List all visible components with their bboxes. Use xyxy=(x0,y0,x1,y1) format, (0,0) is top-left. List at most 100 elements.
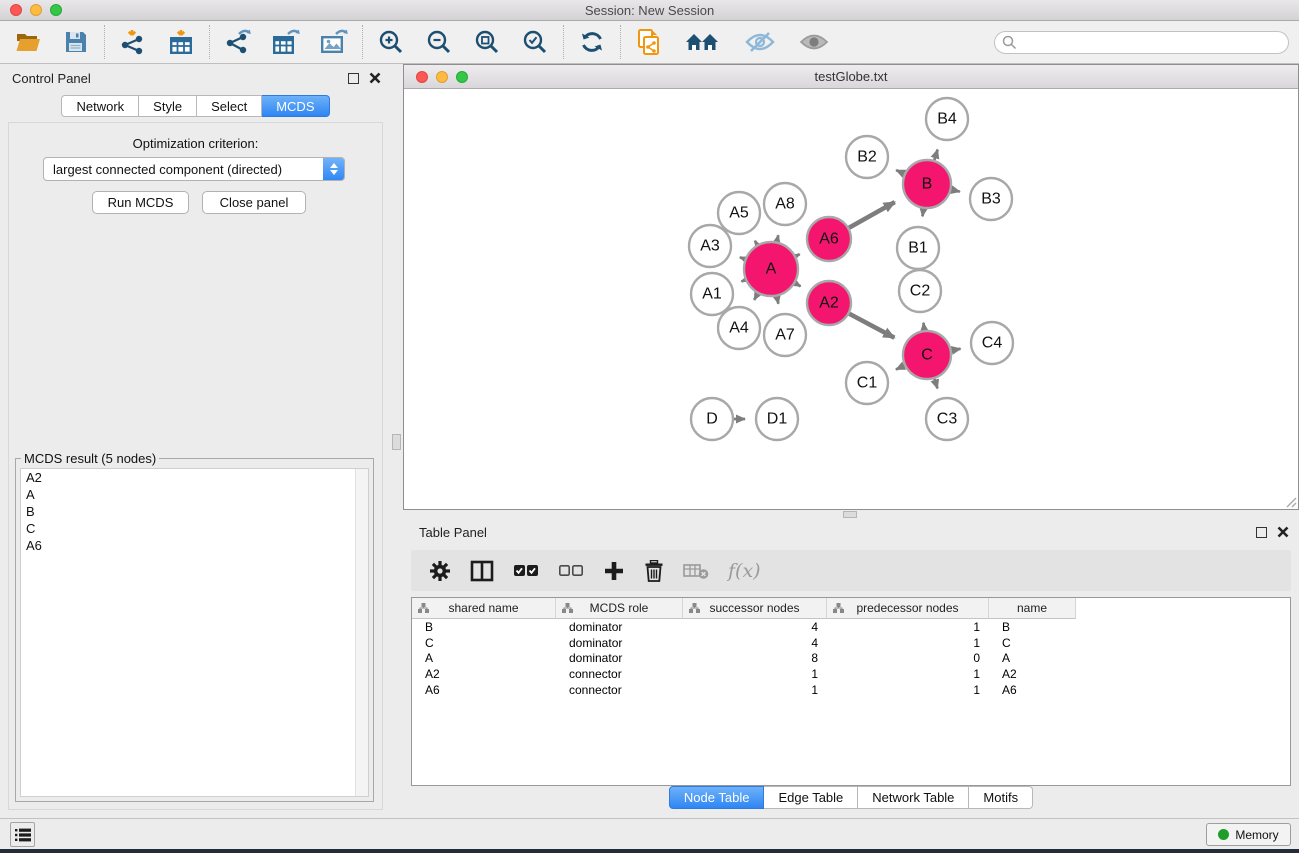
select-all-icon[interactable] xyxy=(513,563,539,579)
graph-edge-A-A6[interactable] xyxy=(796,254,800,256)
import-network-icon[interactable] xyxy=(119,28,147,56)
graph-node-C2[interactable]: C2 xyxy=(899,270,941,312)
criterion-dropdown[interactable]: largest connected component (directed) xyxy=(43,157,345,181)
column-header-MCDS-role[interactable]: MCDS role xyxy=(556,598,683,619)
close-panel-icon[interactable] xyxy=(1277,526,1289,538)
export-image-icon[interactable] xyxy=(320,28,348,56)
graph-edge-C-C2[interactable] xyxy=(923,323,924,330)
graph-edge-B-B4[interactable] xyxy=(934,150,937,161)
graph-edge-A6-B[interactable] xyxy=(849,202,895,228)
graph-edge-C-C3[interactable] xyxy=(934,379,937,389)
graph-node-A8[interactable]: A8 xyxy=(764,183,806,225)
result-list-item[interactable]: C xyxy=(21,520,368,537)
column-header-name[interactable]: name xyxy=(989,598,1076,619)
export-table-icon[interactable] xyxy=(272,28,300,56)
tab-motifs[interactable]: Motifs xyxy=(969,786,1033,809)
column-header-successor-nodes[interactable]: successor nodes xyxy=(683,598,827,619)
delete-column-icon[interactable] xyxy=(644,560,664,582)
graph-edge-A-A7[interactable] xyxy=(777,296,779,303)
close-panel-icon[interactable] xyxy=(369,72,381,84)
first-neighbors-icon[interactable] xyxy=(683,28,723,56)
graph-node-B3[interactable]: B3 xyxy=(970,178,1012,220)
graph-node-A2[interactable]: A2 xyxy=(807,281,851,325)
vertical-split-divider[interactable] xyxy=(391,64,403,818)
close-panel-button[interactable]: Close panel xyxy=(202,191,306,214)
zoom-fit-icon[interactable] xyxy=(473,28,501,56)
graph-node-C[interactable]: C xyxy=(903,331,951,379)
divider-grabber[interactable] xyxy=(392,434,401,450)
divider-grabber[interactable] xyxy=(843,511,857,518)
result-list-item[interactable]: A xyxy=(21,486,368,503)
graph-node-B2[interactable]: B2 xyxy=(846,136,888,178)
graph-edge-A-A3[interactable] xyxy=(740,257,745,259)
table-row[interactable]: A6connector11A6 xyxy=(412,682,1290,698)
table-row[interactable]: A2connector11A2 xyxy=(412,666,1290,682)
graph-node-A[interactable]: A xyxy=(744,242,798,296)
graph-edge-A-A5[interactable] xyxy=(755,241,757,245)
export-network-icon[interactable] xyxy=(224,28,252,56)
import-table-icon[interactable] xyxy=(167,28,195,56)
result-list-item[interactable]: B xyxy=(21,503,368,520)
tab-style[interactable]: Style xyxy=(139,95,197,117)
result-scrollbar[interactable] xyxy=(355,469,368,796)
settings-gear-icon[interactable] xyxy=(429,560,451,582)
graph-node-B4[interactable]: B4 xyxy=(926,98,968,140)
graph-edge-C-C4[interactable] xyxy=(952,349,961,351)
node-table[interactable]: shared nameMCDS rolesuccessor nodesprede… xyxy=(411,597,1291,786)
task-history-button[interactable] xyxy=(10,822,35,847)
table-row[interactable]: Bdominator41B xyxy=(412,619,1290,635)
column-view-icon[interactable] xyxy=(470,560,494,582)
graph-node-D[interactable]: D xyxy=(691,398,733,440)
tab-select[interactable]: Select xyxy=(197,95,262,117)
graph-node-B[interactable]: B xyxy=(903,160,951,208)
float-panel-icon[interactable] xyxy=(1256,527,1267,538)
graph-node-C3[interactable]: C3 xyxy=(926,398,968,440)
column-header-predecessor-nodes[interactable]: predecessor nodes xyxy=(827,598,989,619)
graph-node-A5[interactable]: A5 xyxy=(718,192,760,234)
graph-edge-B-B1[interactable] xyxy=(922,209,923,217)
graph-edge-A-A8[interactable] xyxy=(777,235,778,241)
add-column-icon[interactable] xyxy=(603,560,625,582)
graph-node-A6[interactable]: A6 xyxy=(807,217,851,261)
result-list-item[interactable]: A2 xyxy=(21,469,368,486)
float-panel-icon[interactable] xyxy=(348,73,359,84)
memory-button[interactable]: Memory xyxy=(1206,823,1291,846)
table-row[interactable]: Cdominator41C xyxy=(412,635,1290,651)
new-network-from-selection-icon[interactable] xyxy=(635,28,663,56)
network-window-titlebar[interactable]: testGlobe.txt xyxy=(404,65,1298,89)
graph-edge-A-A1[interactable] xyxy=(741,280,745,282)
graph-node-B1[interactable]: B1 xyxy=(897,227,939,269)
open-file-icon[interactable] xyxy=(14,28,42,56)
result-list-item[interactable]: A6 xyxy=(21,537,368,554)
delete-table-icon[interactable] xyxy=(683,562,709,580)
zoom-in-icon[interactable] xyxy=(377,28,405,56)
tab-network[interactable]: Network xyxy=(61,95,139,117)
graph-node-A4[interactable]: A4 xyxy=(718,307,760,349)
network-canvas[interactable]: B4B2BB3A5A8A6B1A3AA1A2C2A4A7CC4C1C3DD1 xyxy=(404,89,1298,509)
table-row[interactable]: Adominator80A xyxy=(412,651,1290,667)
resize-grip-icon[interactable] xyxy=(1285,496,1297,508)
save-session-icon[interactable] xyxy=(62,28,90,56)
graph-edge-B-B2[interactable] xyxy=(896,170,904,174)
refresh-icon[interactable] xyxy=(578,28,606,56)
deselect-all-icon[interactable] xyxy=(558,563,584,579)
graph-edge-B-B3[interactable] xyxy=(951,190,960,192)
search-input[interactable] xyxy=(994,31,1289,54)
horizontal-split-divider[interactable] xyxy=(403,510,1299,519)
tab-node-table[interactable]: Node Table xyxy=(669,786,765,809)
zoom-selected-icon[interactable] xyxy=(521,28,549,56)
function-builder-icon[interactable]: f(x) xyxy=(728,560,761,582)
graph-edge-C-C1[interactable] xyxy=(896,366,904,370)
graph-node-A3[interactable]: A3 xyxy=(689,225,731,267)
zoom-out-icon[interactable] xyxy=(425,28,453,56)
graph-node-D1[interactable]: D1 xyxy=(756,398,798,440)
graph-node-A7[interactable]: A7 xyxy=(764,314,806,356)
search-field[interactable] xyxy=(994,31,1289,54)
hide-selected-icon[interactable] xyxy=(743,28,777,56)
mcds-result-list[interactable]: A2ABCA6 xyxy=(20,468,369,797)
tab-mcds[interactable]: MCDS xyxy=(262,95,329,117)
network-graph[interactable]: B4B2BB3A5A8A6B1A3AA1A2C2A4A7CC4C1C3DD1 xyxy=(404,89,1298,509)
graph-node-C1[interactable]: C1 xyxy=(846,362,888,404)
graph-edge-A-A4[interactable] xyxy=(754,294,757,300)
graph-node-A1[interactable]: A1 xyxy=(691,273,733,315)
